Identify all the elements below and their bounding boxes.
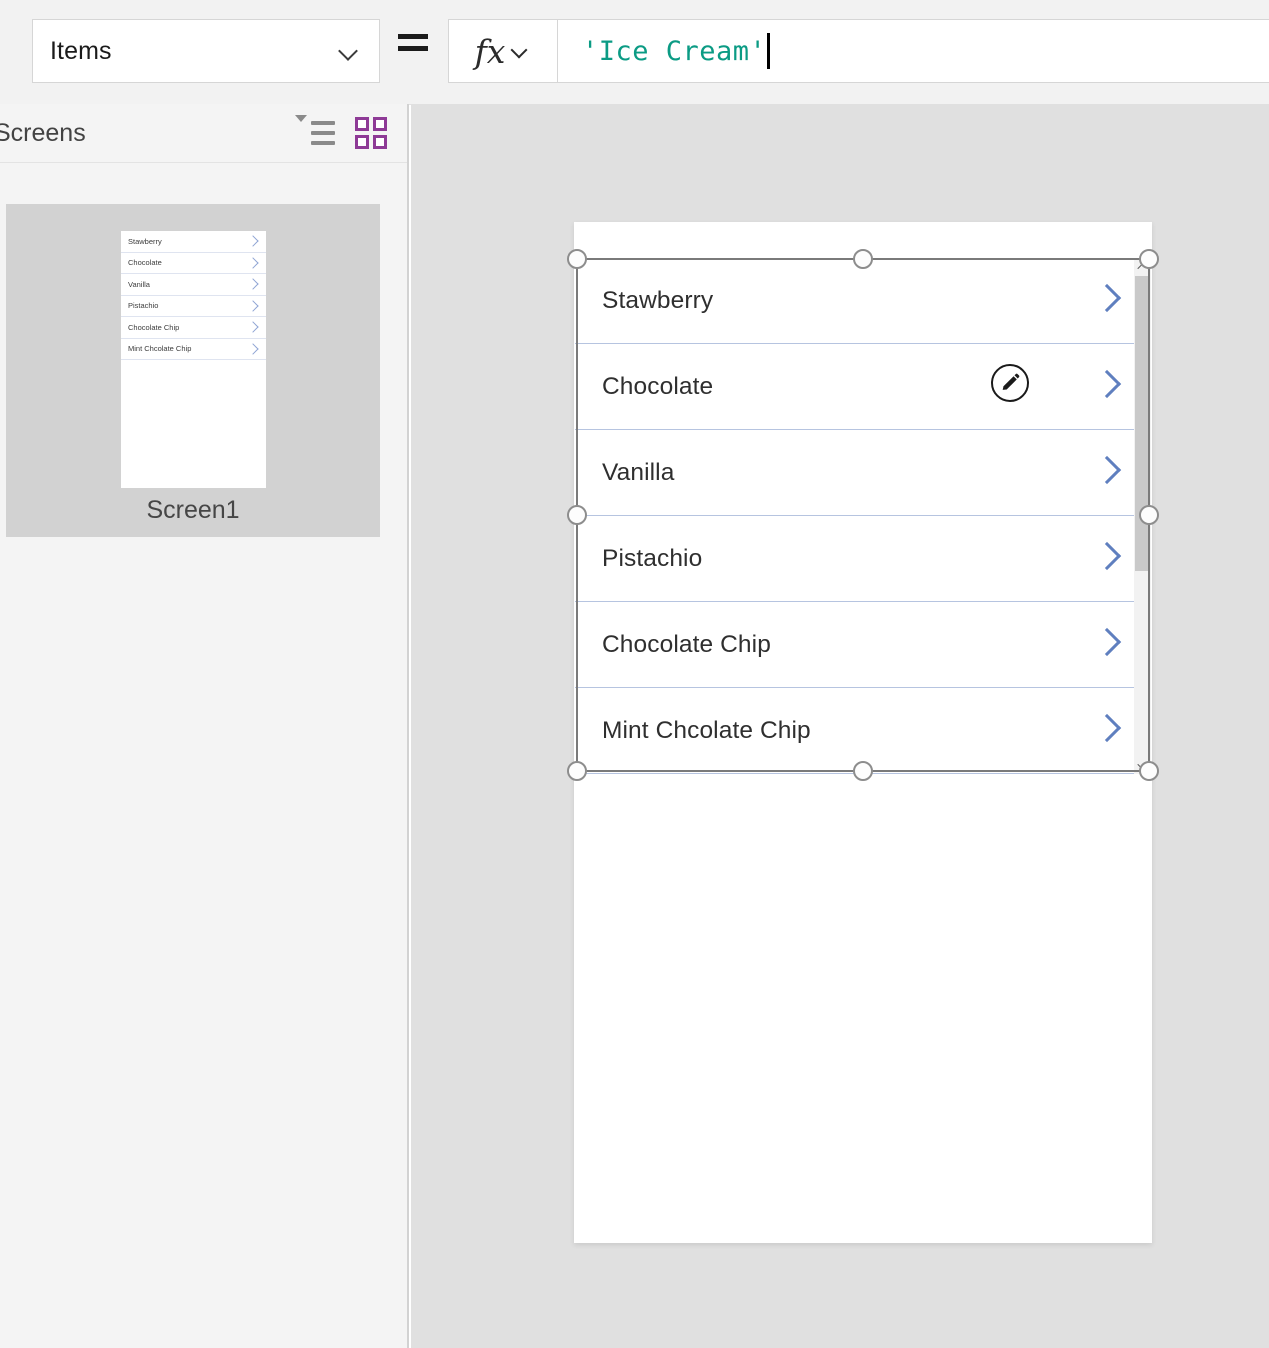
chevron-right-icon [247, 278, 259, 290]
text-caret [767, 33, 771, 69]
chevron-right-icon[interactable] [1092, 541, 1122, 571]
thumbnail-item-label: Vanilla [128, 279, 150, 289]
chevron-right-icon[interactable] [1092, 455, 1122, 485]
gallery-item-label: Mint Chcolate Chip [602, 716, 811, 744]
gallery-control[interactable]: Stawberry Chocolate Vanilla Pistachio Ch… [575, 258, 1151, 774]
formula-input[interactable]: 'Ice Cream' [558, 20, 1269, 82]
gallery-item-label: Pistachio [602, 544, 703, 572]
gallery-item[interactable]: Vanilla [575, 430, 1151, 516]
tree-view-lines [301, 118, 335, 148]
resize-handle-bottom-right[interactable] [1139, 761, 1159, 781]
scrollbar-thumb[interactable] [1135, 276, 1150, 571]
formula-bar: Items fx 'Ice Cream' [0, 0, 1269, 105]
chevron-down-icon [336, 38, 362, 64]
tree-view-icon[interactable] [295, 111, 341, 155]
gallery-item-label: Stawberry [602, 286, 714, 314]
design-canvas[interactable]: Stawberry Chocolate Vanilla Pistachio Ch… [411, 104, 1269, 1348]
screen-thumbnail-preview: Stawberry Chocolate Vanilla Pistachio Ch… [121, 231, 266, 488]
thumbnail-item-label: Mint Chcolate Chip [128, 344, 192, 354]
thumbnail-item-label: Chocolate Chip [128, 322, 180, 332]
app-screen-surface[interactable]: Stawberry Chocolate Vanilla Pistachio Ch… [574, 222, 1152, 1243]
equals-sign [398, 34, 432, 68]
property-dropdown[interactable]: Items [32, 19, 380, 83]
thumbnail-list-item: Pistachio [121, 296, 266, 317]
resize-handle-top-left[interactable] [567, 249, 587, 269]
thumbnail-list-item: Mint Chcolate Chip [121, 339, 266, 360]
chevron-right-icon[interactable] [1092, 627, 1122, 657]
gallery-item[interactable]: Chocolate [575, 344, 1151, 430]
resize-handle-top-right[interactable] [1139, 249, 1159, 269]
property-dropdown-label: Items [50, 36, 112, 65]
gallery-item[interactable]: Pistachio [575, 516, 1151, 602]
thumbnail-list-item: Chocolate Chip [121, 317, 266, 339]
fx-icon: fx [474, 31, 506, 71]
resize-handle-top-center[interactable] [853, 249, 873, 269]
chevron-right-icon[interactable] [1092, 369, 1122, 399]
thumbnail-list-item: Chocolate [121, 253, 266, 274]
pencil-edit-icon[interactable] [991, 364, 1029, 402]
gallery-item-label: Chocolate Chip [602, 630, 771, 658]
thumbnail-item-label: Stawberry [128, 236, 162, 246]
gallery-item-label: Chocolate [602, 372, 714, 400]
chevron-right-icon [247, 235, 259, 247]
gallery-item[interactable]: Chocolate Chip [575, 602, 1151, 688]
thumbnail-list-item: Stawberry [121, 231, 266, 253]
thumbnail-item-label: Pistachio [128, 301, 159, 311]
chevron-down-icon [509, 40, 531, 62]
screens-panel: Screens Stawberry Chocolate Vanilla Pist… [0, 104, 409, 1348]
thumbnail-list-item: Vanilla [121, 274, 266, 296]
resize-handle-bottom-left[interactable] [567, 761, 587, 781]
equals-bar-bottom [398, 46, 428, 51]
screen-name-label: Screen1 [146, 496, 240, 524]
resize-handle-middle-right[interactable] [1139, 505, 1159, 525]
panel-title: Screens [0, 118, 86, 147]
chevron-right-icon [247, 299, 259, 312]
gallery-item[interactable]: Stawberry [575, 258, 1151, 344]
resize-handle-bottom-center[interactable] [853, 761, 873, 781]
fx-button[interactable]: fx [449, 20, 558, 82]
thumbnail-grid-icon[interactable] [349, 111, 393, 155]
chevron-right-icon [247, 342, 259, 355]
formula-value-text: 'Ice Cream' [582, 35, 767, 67]
chevron-right-icon [247, 321, 259, 333]
chevron-right-icon [247, 256, 259, 269]
gallery-item-label: Vanilla [602, 458, 675, 486]
chevron-right-icon[interactable] [1092, 713, 1122, 743]
resize-handle-middle-left[interactable] [567, 505, 587, 525]
equals-bar-top [398, 34, 428, 39]
thumbnail-grid-squares [355, 117, 387, 149]
thumbnail-item-label: Chocolate [128, 258, 162, 268]
screen-card-screen1[interactable]: Stawberry Chocolate Vanilla Pistachio Ch… [6, 204, 380, 537]
formula-input-wrapper: fx 'Ice Cream' [448, 19, 1269, 83]
chevron-right-icon[interactable] [1092, 283, 1122, 313]
screens-panel-header: Screens [0, 104, 407, 163]
